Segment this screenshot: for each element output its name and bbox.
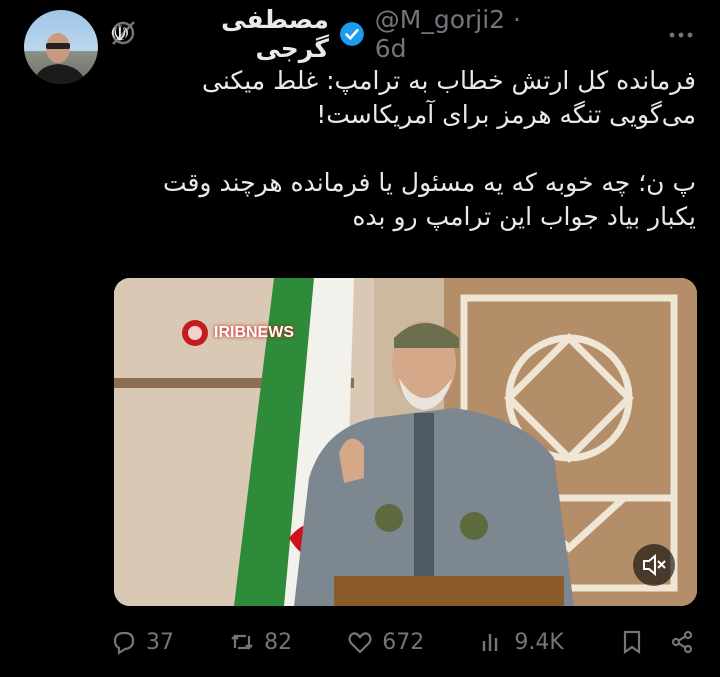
repost-count: 82 (264, 629, 293, 655)
verified-icon (339, 22, 364, 46)
avatar[interactable] (24, 10, 98, 84)
like-button[interactable]: 672 (346, 628, 424, 656)
views-icon (483, 634, 498, 651)
tweet-text: فرمانده کل ارتش خطاب به ترامپ: غلط میکنی… (162, 66, 696, 231)
author-name[interactable]: مصطفی گرجی (140, 5, 329, 63)
repost-icon (231, 634, 253, 650)
bookmark-icon[interactable] (618, 628, 646, 656)
like-icon (348, 632, 372, 654)
share-icon[interactable] (668, 628, 696, 656)
iribnews-logo: IRIBNEWS (180, 318, 294, 348)
like-count: 672 (382, 629, 425, 655)
view-count: 9.4K (514, 629, 564, 655)
mute-icon (643, 553, 666, 577)
repost-button[interactable]: 82 (228, 628, 292, 656)
more-icon[interactable] (666, 20, 696, 54)
views-button[interactable]: 9.4K (478, 628, 564, 656)
reply-button[interactable]: 37 (110, 628, 174, 656)
action-bar: 37 82 672 9.4K (110, 624, 696, 660)
watermark: IRIBNEWS (214, 324, 294, 341)
reply-count: 37 (146, 629, 174, 655)
iribnews-emblem-icon (182, 320, 208, 346)
video-player[interactable]: IRIBNEWS (114, 278, 697, 606)
flag-emoji: ☫ (110, 21, 130, 47)
avatar-photo (34, 33, 86, 84)
mute-button[interactable] (633, 544, 675, 586)
reply-icon (113, 631, 135, 656)
author-handle-time[interactable]: @M_gorji2 · 6d (375, 5, 560, 63)
